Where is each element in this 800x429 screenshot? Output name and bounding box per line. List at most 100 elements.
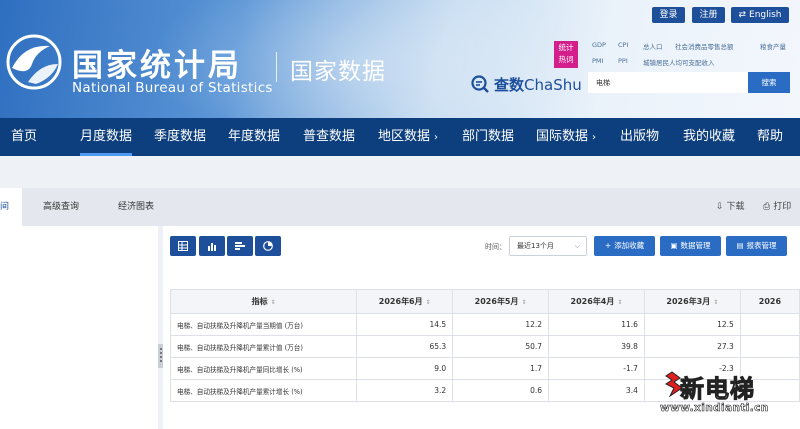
nav-label: 出版物 <box>620 129 660 144</box>
nav-label: 月度数据 <box>80 129 133 144</box>
org-name-cn[interactable]: 国家统计局 <box>72 40 242 85</box>
hot-tag[interactable]: 总人口 <box>643 41 663 51</box>
nav-label: 首页 <box>11 129 38 144</box>
hot-tag[interactable]: CPI <box>618 41 628 49</box>
indicator-name[interactable]: 电梯、自动扶梯及升降机产量累计值 (万台) <box>169 335 358 358</box>
hot-tag[interactable]: PMI <box>592 57 603 65</box>
table-cell: 14.5 <box>356 313 454 336</box>
register-button[interactable]: 注册 <box>692 7 725 23</box>
nav-regional[interactable]: 地区数据 › <box>378 118 438 156</box>
time-range-select[interactable]: 最近13个月 ⌵ <box>509 236 587 256</box>
nav-monthly[interactable]: 月度数据 <box>80 118 133 156</box>
grip-dot <box>160 352 162 354</box>
time-range-value: 最近13个月 <box>517 242 554 250</box>
nav-international[interactable]: 国际数据 › <box>536 118 596 156</box>
xindianti-watermark: 新电梯 www.xindianti.cn <box>656 366 800 416</box>
table-cell: 0.6 <box>452 379 550 402</box>
bar-chart-icon <box>208 243 216 251</box>
nav-help[interactable]: 帮助 <box>757 118 783 156</box>
grip-dot <box>160 360 162 362</box>
table-cell <box>739 313 800 336</box>
download-label: 下载 <box>726 202 745 212</box>
print-icon: ⎙ <box>763 202 771 212</box>
switch-language-icon: ⇄ <box>738 10 747 20</box>
table-cell: 11.6 <box>548 313 645 336</box>
data-manage-label: 数据管理 <box>680 241 711 250</box>
sort-icon: ⇕ <box>270 299 276 306</box>
column-header-month[interactable]: 2026年4月 ⇕ <box>548 289 645 314</box>
print-button[interactable]: ⎙ 打印 <box>763 199 791 212</box>
hot-tag[interactable]: GDP <box>592 41 606 49</box>
data-manage-icon: ▣ <box>670 241 678 250</box>
table-cell: 1.7 <box>452 357 550 380</box>
add-favorite-button[interactable]: + 添加收藏 <box>594 236 655 256</box>
nav-publications[interactable]: 出版物 <box>620 118 659 156</box>
nav-label: 年度数据 <box>228 129 281 144</box>
sort-icon: ⇕ <box>521 299 527 306</box>
tab-query[interactable]: 间 <box>0 188 22 226</box>
login-button[interactable]: 登录 <box>652 7 685 23</box>
nav-label: 国际数据 <box>536 129 589 144</box>
table-cell: 27.3 <box>643 335 741 358</box>
time-label: 时间： <box>485 243 506 251</box>
column-header-month[interactable]: 2026年5月 ⇕ <box>452 289 550 314</box>
chashu-logo-icon <box>471 75 489 93</box>
chevron-down-icon: ⌵ <box>574 242 580 250</box>
table-view-icon <box>178 241 188 251</box>
indicator-name[interactable]: 电梯、自动扶梯及升降机产量当期值 (万台) <box>169 313 358 336</box>
watermark-url: www.xindianti.cn <box>660 402 769 415</box>
english-label: English <box>749 10 782 20</box>
table-cell <box>739 335 800 358</box>
indicator-name[interactable]: 电梯、自动扶梯及升降机产量同比增长 (%) <box>169 357 358 380</box>
column-header-label: 2026年4月 <box>570 297 615 306</box>
site-title[interactable]: 国家数据 <box>290 52 386 86</box>
print-label: 打印 <box>773 202 792 212</box>
main-nav: 首页 月度数据 季度数据 年度数据 普查数据 地区数据 › 部门数据 国际数据 › … <box>0 118 800 156</box>
plus-icon: + <box>604 241 612 250</box>
hot-tag[interactable]: PPI <box>618 57 628 65</box>
pie-chart-button[interactable] <box>255 236 281 256</box>
column-header-month[interactable]: 2026年3月 ⇕ <box>643 289 741 314</box>
column-header-indicator[interactable]: 指标 ⇕ <box>169 289 358 314</box>
hot-tag[interactable]: 粮食产量 <box>760 41 786 51</box>
report-manage-icon: ▤ <box>736 241 744 250</box>
nav-label: 部门数据 <box>462 129 515 144</box>
table-view-button[interactable] <box>170 236 196 256</box>
chashu-label: 查数ChaShu <box>494 74 582 95</box>
report-manage-button[interactable]: ▤ 报表管理 <box>726 236 787 256</box>
nav-census[interactable]: 普查数据 <box>303 118 355 156</box>
org-name-en[interactable]: National Bureau of Statistics <box>72 80 273 96</box>
download-button[interactable]: ⇩ 下载 <box>716 199 745 212</box>
bar-chart-button[interactable] <box>199 236 225 256</box>
pie-chart-icon <box>263 241 273 251</box>
table-cell: 9.0 <box>356 357 454 380</box>
column-header-label: 2026年3月 <box>666 297 711 306</box>
hot-tag[interactable]: 社会消费品零售总额 <box>675 41 734 51</box>
hot-tag[interactable]: 城镇居民人均可支配收入 <box>643 57 715 67</box>
chevron-right-icon: › <box>434 132 439 143</box>
search-input[interactable] <box>588 72 748 93</box>
table-cell: 50.7 <box>452 335 550 358</box>
nav-home[interactable]: 首页 <box>11 118 37 156</box>
column-header-month[interactable]: 2026 <box>739 289 800 314</box>
table-cell: 3.2 <box>356 379 454 402</box>
english-button[interactable]: ⇄ English <box>731 7 789 23</box>
nav-favorites[interactable]: 我的收藏 <box>683 118 735 156</box>
column-header-month[interactable]: 2026年6月 ⇕ <box>356 289 454 314</box>
horizontal-bar-button[interactable] <box>227 236 253 256</box>
add-favorite-label: 添加收藏 <box>614 241 645 250</box>
logo-divider <box>276 52 277 82</box>
header-banner: 国家统计局 National Bureau of Statistics 国家数据… <box>0 0 800 118</box>
nbs-emblem-icon[interactable] <box>6 34 62 90</box>
data-manage-button[interactable]: ▣ 数据管理 <box>660 236 721 256</box>
hot-words-label: 统计 热词 <box>558 43 574 64</box>
tab-economic-charts[interactable]: 经济图表 <box>118 188 154 226</box>
tab-advanced-query[interactable]: 高级查询 <box>43 188 79 226</box>
nav-quarterly[interactable]: 季度数据 <box>154 118 206 156</box>
query-tab-strip: 间 高级查询 经济图表 ⇩ 下载 ⎙ 打印 <box>0 188 800 226</box>
nav-annual[interactable]: 年度数据 <box>228 118 280 156</box>
indicator-name[interactable]: 电梯、自动扶梯及升降机产量累计增长 (%) <box>169 379 358 402</box>
table-cell: 3.4 <box>548 379 645 402</box>
search-button[interactable]: 搜索 <box>748 72 790 93</box>
nav-department[interactable]: 部门数据 <box>462 118 514 156</box>
